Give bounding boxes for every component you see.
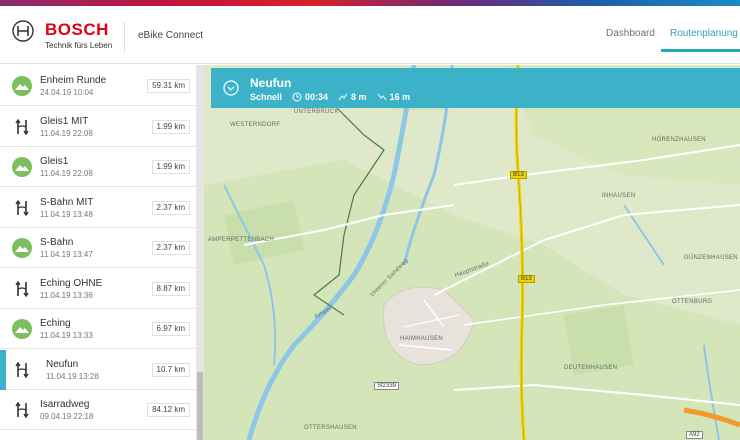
map-label-westerndorf: WESTERNDORF bbox=[230, 122, 281, 128]
route-distance-badge: 10.7 km bbox=[151, 362, 190, 377]
route-list-item[interactable]: Eching 11.04.19 13:33 6.97 km bbox=[0, 309, 196, 349]
route-date: 11.04.19 13:33 bbox=[40, 331, 93, 340]
route-arrows-icon bbox=[15, 401, 29, 419]
map-label-inhausen: INHAUSEN bbox=[602, 193, 636, 199]
map-label-ampertshausen: AMPERPETTENBACH bbox=[208, 237, 275, 243]
map-label-unterbruck: UNTERBRÜCK bbox=[294, 109, 339, 115]
route-date: 11.04.19 13:48 bbox=[40, 209, 93, 219]
route-mode: Schnell bbox=[250, 92, 283, 102]
map-label-haimhausen: HAIMHAUSEN bbox=[400, 336, 444, 342]
route-date: 11.04.19 13:36 bbox=[40, 290, 93, 300]
route-list-item[interactable]: Eching OHNE 11.04.19 13:36 8.87 km bbox=[0, 269, 196, 309]
hill-icon bbox=[12, 238, 32, 258]
route-list-item[interactable]: Enheim Runde 24.04.19 10:04 59.31 km bbox=[0, 66, 196, 106]
app-header: BOSCH Technik fürs Leben eBike Connect D… bbox=[0, 6, 740, 64]
map-label-ottershausen: OTTERSHAUSEN bbox=[304, 425, 357, 431]
route-descent: 16 m bbox=[389, 92, 411, 102]
collapse-chevron-icon[interactable] bbox=[223, 80, 239, 96]
hill-icon bbox=[12, 319, 32, 339]
route-arrows-icon bbox=[15, 280, 29, 297]
brand-name: BOSCH bbox=[45, 20, 109, 39]
road-label-b13-south: B13 bbox=[518, 275, 535, 283]
route-distance-badge: 59.31 km bbox=[147, 79, 190, 93]
brand-tagline: Technik fürs Leben bbox=[45, 41, 113, 50]
sidebar-scroll-thumb[interactable] bbox=[197, 372, 203, 440]
route-name: Gleis1 bbox=[40, 156, 69, 167]
route-detail-bar: Neufun Schnell 00:34 8 m 16 m bbox=[211, 68, 740, 108]
route-list[interactable]: Enheim Runde 24.04.19 10:04 59.31 km Gleis1… bbox=[0, 65, 204, 440]
route-name: Gleis1 MIT bbox=[40, 115, 89, 127]
route-distance-badge: 2.37 km bbox=[151, 200, 190, 215]
bosch-logo-icon bbox=[12, 20, 34, 42]
route-detail-title: Neufun bbox=[250, 76, 292, 90]
route-name: Eching OHNE bbox=[40, 277, 103, 289]
route-duration: 00:34 bbox=[305, 92, 329, 102]
selected-indicator bbox=[0, 349, 6, 390]
map-view[interactable]: WESTERNDORF AMPERPETTENBACH HAIMHAUSEN O… bbox=[204, 65, 740, 440]
map-canvas bbox=[204, 65, 740, 440]
route-name: Isarradweg bbox=[40, 399, 90, 410]
route-distance-badge: 1.99 km bbox=[151, 119, 190, 134]
route-descent-item: 16 m bbox=[377, 92, 411, 102]
route-date: 11.04.19 22:08 bbox=[40, 128, 93, 138]
route-list-item[interactable]: S-Bahn 11.04.19 13:47 2.37 km bbox=[0, 228, 196, 268]
route-date: 09.04.19 22:18 bbox=[40, 412, 94, 421]
app-name: eBike Connect bbox=[138, 30, 204, 41]
route-ascent-item: 8 m bbox=[338, 92, 367, 102]
route-date: 24.04.19 10:04 bbox=[40, 88, 94, 97]
route-arrows-icon bbox=[15, 199, 29, 216]
route-list-item[interactable]: S-Bahn MIT 11.04.19 13:48 2.37 km bbox=[0, 188, 196, 228]
road-label-b13-north: B13 bbox=[510, 171, 527, 179]
nav-dashboard[interactable]: Dashboard bbox=[606, 28, 655, 39]
route-duration-item: 00:34 bbox=[292, 92, 328, 102]
route-name: S-Bahn MIT bbox=[40, 196, 94, 208]
route-distance-badge: 6.97 km bbox=[151, 322, 190, 336]
map-label-hoerenzhausen: HÖRENZHAUSEN bbox=[652, 137, 706, 143]
route-distance-badge: 2.37 km bbox=[151, 241, 190, 255]
route-distance-badge: 1.99 km bbox=[151, 160, 190, 174]
road-label-st2339: St2339 bbox=[374, 382, 400, 390]
map-label-deutenhausen: DEUTENHAUSEN bbox=[564, 365, 618, 371]
route-name: S-Bahn bbox=[40, 237, 74, 248]
route-list-item[interactable]: Isarradweg 09.04.19 22:18 84.12 km bbox=[0, 390, 196, 430]
route-arrows-icon bbox=[15, 361, 29, 378]
route-date: 11.04.19 13:47 bbox=[40, 250, 93, 259]
road-label-a92: A92 bbox=[686, 431, 703, 439]
route-list-item[interactable]: Gleis1 11.04.19 22:08 1.99 km bbox=[0, 147, 196, 187]
route-date: 11.04.19 22:08 bbox=[40, 169, 93, 178]
nav-active-indicator bbox=[661, 49, 740, 52]
route-detail-meta: Schnell 00:34 8 m 16 m bbox=[250, 92, 410, 102]
ascent-icon bbox=[338, 93, 348, 101]
map-label-guenzenhausen: GÜNZENHAUSEN bbox=[684, 255, 738, 261]
route-name: Eching bbox=[40, 318, 71, 329]
hill-icon bbox=[12, 76, 32, 96]
clock-icon bbox=[292, 92, 302, 102]
header-divider bbox=[124, 22, 125, 52]
route-name: Enheim Runde bbox=[40, 75, 107, 86]
nav-routenplanung[interactable]: Routenplanung bbox=[670, 28, 738, 39]
descent-icon bbox=[377, 93, 386, 101]
hill-icon bbox=[12, 157, 32, 177]
route-date: 11.04.19 13:28 bbox=[46, 371, 99, 381]
route-list-item[interactable]: Neufun 11.04.19 13:28 10.7 km bbox=[0, 349, 196, 390]
route-ascent: 8 m bbox=[351, 92, 367, 102]
route-arrows-icon bbox=[15, 118, 29, 135]
route-name: Neufun bbox=[46, 358, 79, 370]
route-distance-badge: 8.87 km bbox=[151, 281, 190, 296]
map-label-ottenburg: OTTENBURG bbox=[672, 299, 713, 305]
route-distance-badge: 84.12 km bbox=[147, 403, 190, 417]
route-list-item[interactable]: Gleis1 MIT 11.04.19 22:08 1.99 km bbox=[0, 107, 196, 147]
